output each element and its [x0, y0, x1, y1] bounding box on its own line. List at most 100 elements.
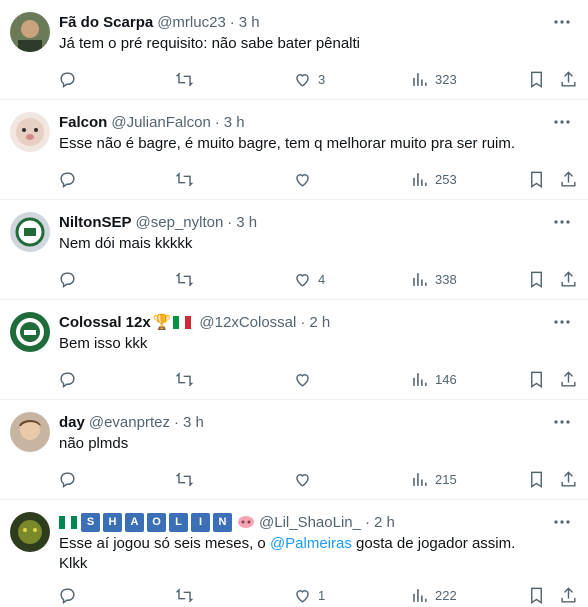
- reply-button[interactable]: [58, 268, 77, 290]
- tweet-5[interactable]: day @evanprtez · 3 h não plmds 215: [0, 400, 588, 500]
- action-bar: 1 222: [0, 584, 588, 606]
- share-icon: [561, 70, 576, 87]
- reply-button[interactable]: [58, 168, 77, 190]
- tweet-6[interactable]: S H A O L I N @Lil_ShaoLin_ · 2 h Esse a…: [0, 500, 588, 607]
- views-button[interactable]: 323: [410, 68, 457, 90]
- reply-button[interactable]: [58, 584, 77, 606]
- more-options-icon[interactable]: [552, 14, 572, 30]
- tweet-2[interactable]: Falcon @JulianFalcon · 3 h Esse não é ba…: [0, 100, 588, 200]
- tweet-text: Esse não é bagre, é muito bagre, tem q m…: [59, 135, 516, 152]
- reply-icon: [60, 171, 75, 188]
- views-button[interactable]: 146: [410, 368, 457, 390]
- bookmark-button[interactable]: [527, 268, 546, 290]
- like-button[interactable]: 4: [293, 268, 325, 290]
- like-button[interactable]: 1: [293, 584, 325, 606]
- avatar[interactable]: [10, 12, 50, 52]
- like-button[interactable]: 3: [293, 68, 325, 90]
- trophy-emoji: 🏆: [152, 314, 172, 331]
- views-icon: [413, 172, 427, 186]
- bookmark-button[interactable]: [527, 584, 546, 606]
- name-letter[interactable]: I: [191, 512, 210, 532]
- name-letter[interactable]: L: [169, 512, 188, 532]
- share-button[interactable]: [559, 268, 578, 290]
- separator-dot: ·: [214, 113, 220, 131]
- bookmark-icon: [531, 271, 542, 288]
- more-options-icon[interactable]: [552, 114, 572, 130]
- like-button[interactable]: [293, 168, 318, 190]
- repost-button[interactable]: [175, 168, 194, 190]
- pig-nose-icon: [238, 516, 254, 528]
- heart-icon: [296, 173, 309, 187]
- avatar[interactable]: [10, 212, 50, 252]
- bookmark-button[interactable]: [527, 368, 546, 390]
- reply-button[interactable]: [58, 68, 77, 90]
- timestamp[interactable]: 3 h: [239, 14, 260, 31]
- avatar[interactable]: [10, 312, 50, 352]
- avatar[interactable]: [10, 412, 50, 452]
- repost-icon: [175, 272, 194, 286]
- avatar[interactable]: [10, 512, 50, 552]
- repost-button[interactable]: [175, 68, 194, 90]
- views-button[interactable]: 253: [410, 168, 457, 190]
- bookmark-button[interactable]: [527, 168, 546, 190]
- display-name[interactable]: Colossal 12x: [59, 314, 151, 331]
- display-name[interactable]: NiltonSEP: [59, 214, 132, 231]
- handle[interactable]: @JulianFalcon: [111, 114, 210, 131]
- views-button[interactable]: 222: [410, 584, 457, 606]
- repost-button[interactable]: [175, 268, 194, 290]
- display-name[interactable]: day: [59, 414, 85, 431]
- like-button[interactable]: [293, 368, 318, 390]
- handle[interactable]: @sep_nylton: [136, 214, 224, 231]
- views-button[interactable]: 338: [410, 268, 457, 290]
- share-button[interactable]: [559, 584, 578, 606]
- tweet-1[interactable]: Fã do Scarpa @mrluc23 · 3 h Já tem o pré…: [0, 0, 588, 100]
- share-button[interactable]: [559, 168, 578, 190]
- heart-icon: [296, 473, 309, 487]
- name-letter[interactable]: S: [81, 512, 100, 532]
- handle[interactable]: @12xColossal: [199, 314, 296, 331]
- more-options-icon[interactable]: [552, 214, 572, 230]
- tweet-4[interactable]: Colossal 12x 🏆 @12xColossal · 2 h Bem is…: [0, 300, 588, 400]
- views-button[interactable]: 215: [410, 468, 457, 490]
- repost-button[interactable]: [175, 368, 194, 390]
- avatar[interactable]: [10, 112, 50, 152]
- bookmark-button[interactable]: [527, 68, 546, 90]
- share-button[interactable]: [559, 68, 578, 90]
- name-letter[interactable]: H: [103, 512, 122, 532]
- name-letter[interactable]: A: [125, 512, 144, 532]
- name-letter[interactable]: O: [147, 512, 166, 532]
- more-options-icon[interactable]: [552, 514, 572, 530]
- name-letter[interactable]: N: [213, 512, 232, 532]
- reply-icon: [60, 371, 75, 388]
- heart-icon: [296, 373, 309, 387]
- reply-button[interactable]: [58, 468, 77, 490]
- more-options-icon[interactable]: [552, 314, 572, 330]
- mention-link[interactable]: @Palmeiras: [270, 535, 352, 552]
- reply-button[interactable]: [58, 368, 77, 390]
- handle[interactable]: @mrluc23: [157, 14, 226, 31]
- tweet-text: Bem isso kkk: [59, 335, 148, 352]
- more-options-icon[interactable]: [552, 414, 572, 430]
- reply-icon: [60, 271, 75, 288]
- share-button[interactable]: [559, 468, 578, 490]
- separator-dot: ·: [300, 313, 306, 331]
- timestamp[interactable]: 2 h: [309, 314, 330, 331]
- timestamp[interactable]: 2 h: [374, 514, 395, 531]
- tweet-3[interactable]: NiltonSEP @sep_nylton · 3 h Nem dói mais…: [0, 200, 588, 300]
- timestamp[interactable]: 3 h: [236, 214, 257, 231]
- handle[interactable]: @evanprtez: [89, 414, 170, 431]
- timestamp[interactable]: 3 h: [183, 414, 204, 431]
- like-button[interactable]: [293, 468, 318, 490]
- display-name[interactable]: Fã do Scarpa: [59, 14, 153, 31]
- timestamp[interactable]: 3 h: [224, 114, 245, 131]
- separator-dot: ·: [227, 213, 233, 231]
- handle[interactable]: @Lil_ShaoLin_: [259, 514, 361, 531]
- bookmark-button[interactable]: [527, 468, 546, 490]
- display-name[interactable]: Falcon: [59, 114, 107, 131]
- bookmark-icon: [531, 471, 542, 488]
- repost-button[interactable]: [175, 584, 194, 606]
- action-bar: 253: [0, 168, 588, 190]
- repost-button[interactable]: [175, 468, 194, 490]
- like-count: 3: [318, 71, 326, 87]
- share-button[interactable]: [559, 368, 578, 390]
